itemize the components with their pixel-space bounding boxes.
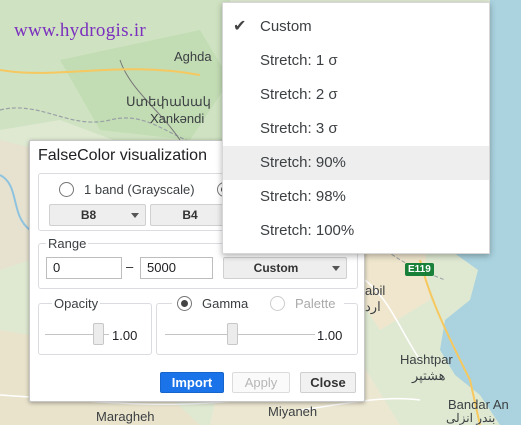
radio-1-band[interactable] [59,182,74,197]
map-label-bandar-anzali-persian: بندر انزلی [446,411,496,425]
map-label-miyaneh: Miyaneh [268,404,318,419]
map-label-xankendi: Xankəndi [150,111,205,126]
dropdown-option-label: Stretch: 1 σ [260,52,338,69]
range-legend: Range [46,236,89,251]
dropdown-option-stretch-100[interactable]: Stretch: 100% [223,214,489,248]
checkmark-icon: ✔ [233,18,247,35]
band-select-1-value: B8 [80,208,97,222]
opacity-value: 1.00 [112,328,138,343]
dropdown-option-custom[interactable]: ✔ Custom [223,10,489,44]
map-label-aghdam: Aghda [174,49,212,64]
chevron-down-icon [332,266,340,271]
opacity-slider-thumb[interactable] [93,323,104,345]
radio-gamma[interactable] [177,296,192,311]
dropdown-option-stretch-2-sigma[interactable]: Stretch: 2 σ [223,78,489,112]
stretch-select-value: Custom [253,261,299,275]
road-shield-e119: E119 [405,263,434,276]
dropdown-option-stretch-1-sigma[interactable]: Stretch: 1 σ [223,44,489,78]
map-label-ardabil-persian: ارد [365,299,381,314]
gamma-slider-track[interactable] [165,334,315,335]
gamma-slider-thumb[interactable] [227,323,238,345]
apply-button[interactable]: Apply [232,372,290,393]
dropdown-option-label: Stretch: 100% [260,222,355,239]
radio-1-band-label: 1 band (Grayscale) [84,182,195,197]
stretch-dropdown-menu: ✔ Custom Stretch: 1 σ Stretch: 2 σ Stret… [222,2,490,254]
map-label-bandar-anzali: Bandar An [448,397,509,412]
band-select-1[interactable]: B8 [49,204,146,226]
radio-palette-label: Palette [295,296,336,311]
dropdown-option-label: Custom [260,18,312,35]
dropdown-option-label: Stretch: 90% [260,154,346,171]
watermark-text: www.hydrogis.ir [14,20,147,41]
range-separator: – [126,259,134,274]
dropdown-option-label: Stretch: 98% [260,188,346,205]
gamma-value: 1.00 [317,328,343,343]
map-label-maragheh: Maragheh [96,409,155,424]
dropdown-option-stretch-3-sigma[interactable]: Stretch: 3 σ [223,112,489,146]
range-max-input[interactable]: 5000 [140,257,213,279]
dropdown-option-label: Stretch: 2 σ [260,86,338,103]
map-label-stepanakert-armenian: Ստեփանակ [126,94,211,109]
chevron-down-icon [131,213,139,218]
dropdown-option-stretch-98[interactable]: Stretch: 98% [223,180,489,214]
band-select-2[interactable]: B4 [150,204,230,226]
dropdown-option-stretch-90[interactable]: Stretch: 90% [223,146,489,180]
close-button[interactable]: Close [300,372,356,393]
radio-gamma-label: Gamma [202,296,249,311]
map-label-ardabil: abil [365,283,386,298]
range-min-input[interactable]: 0 [46,257,122,279]
dialog-title: FalseColor visualization [38,147,207,164]
band-select-2-value: B4 [182,208,198,222]
radio-palette[interactable] [270,296,285,311]
map-label-hashtpar: Hashtpar [400,352,453,367]
dropdown-option-label: Stretch: 3 σ [260,120,338,137]
opacity-legend: Opacity [52,296,101,311]
map-label-hashtpar-persian: هشتپر [412,368,446,383]
stretch-select[interactable]: Custom [223,257,347,279]
import-button[interactable]: Import [160,372,224,393]
